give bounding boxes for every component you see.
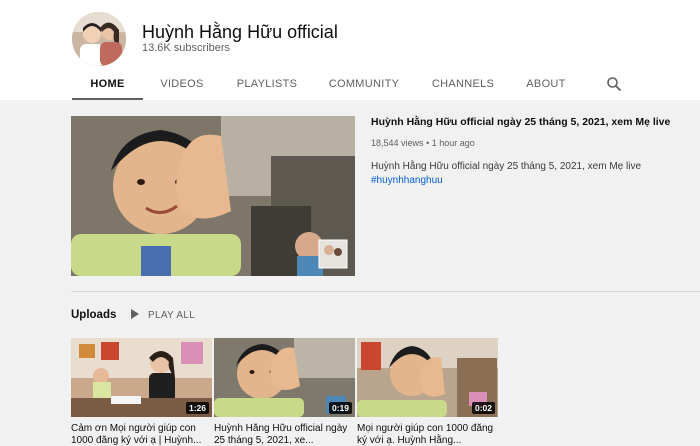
play-all-label: PLAY ALL bbox=[148, 310, 196, 321]
video-thumbnail[interactable]: 1:26 bbox=[71, 338, 212, 417]
upload-age: 1 hour ago bbox=[431, 138, 475, 148]
play-all-button[interactable]: PLAY ALL bbox=[131, 307, 195, 325]
channel-avatar[interactable] bbox=[72, 12, 126, 66]
video-duration: 1:26 bbox=[185, 402, 209, 414]
video-thumbnail[interactable]: 0:02 bbox=[357, 338, 498, 417]
play-icon bbox=[131, 309, 139, 319]
tab-home[interactable]: HOME bbox=[72, 68, 143, 100]
featured-video-description: Huỳnh Hằng Hữu official ngày 25 tháng 5,… bbox=[371, 161, 641, 172]
uploads-shelf-title[interactable]: Uploads bbox=[71, 309, 116, 321]
channel-header: Huỳnh Hằng Hữu official 13.6K subscriber… bbox=[0, 0, 700, 100]
video-duration: 0:19 bbox=[328, 402, 352, 414]
channel-name: Huỳnh Hằng Hữu official bbox=[142, 22, 338, 42]
video-title[interactable]: Huỳnh Hằng Hữu official ngày 25 tháng 5,… bbox=[214, 423, 355, 446]
view-count: 18,544 views bbox=[371, 138, 424, 148]
section-divider bbox=[71, 291, 700, 292]
video-duration: 0:02 bbox=[471, 402, 495, 414]
search-icon[interactable] bbox=[606, 76, 622, 92]
video-card[interactable]: 0:19 Huỳnh Hằng Hữu official ngày 25 thá… bbox=[214, 338, 355, 446]
hashtag-link[interactable]: #huynhhanghuu bbox=[371, 175, 443, 186]
video-title[interactable]: Mọi người giúp con 1000 đăng ký với ạ. H… bbox=[357, 423, 498, 446]
featured-video-meta: 18,544 views • 1 hour ago bbox=[371, 138, 475, 148]
video-thumbnail[interactable]: 0:19 bbox=[214, 338, 355, 417]
tab-about[interactable]: ABOUT bbox=[524, 68, 568, 100]
video-card[interactable]: 1:26 Cảm ơn Mọi người giúp con 1000 đăng… bbox=[71, 338, 212, 446]
tab-videos[interactable]: VIDEOS bbox=[154, 68, 210, 100]
video-card[interactable]: 0:02 Mọi người giúp con 1000 đăng ký với… bbox=[357, 338, 498, 446]
tab-community[interactable]: COMMUNITY bbox=[328, 68, 400, 100]
subscriber-count: 13.6K subscribers bbox=[142, 42, 231, 54]
featured-video-thumbnail[interactable] bbox=[71, 116, 355, 276]
tab-channels[interactable]: CHANNELS bbox=[430, 68, 496, 100]
tab-playlists[interactable]: PLAYLISTS bbox=[232, 68, 302, 100]
featured-video-title[interactable]: Huỳnh Hằng Hữu official ngày 25 tháng 5,… bbox=[371, 116, 670, 128]
video-title[interactable]: Cảm ơn Mọi người giúp con 1000 đăng ký v… bbox=[71, 423, 212, 446]
